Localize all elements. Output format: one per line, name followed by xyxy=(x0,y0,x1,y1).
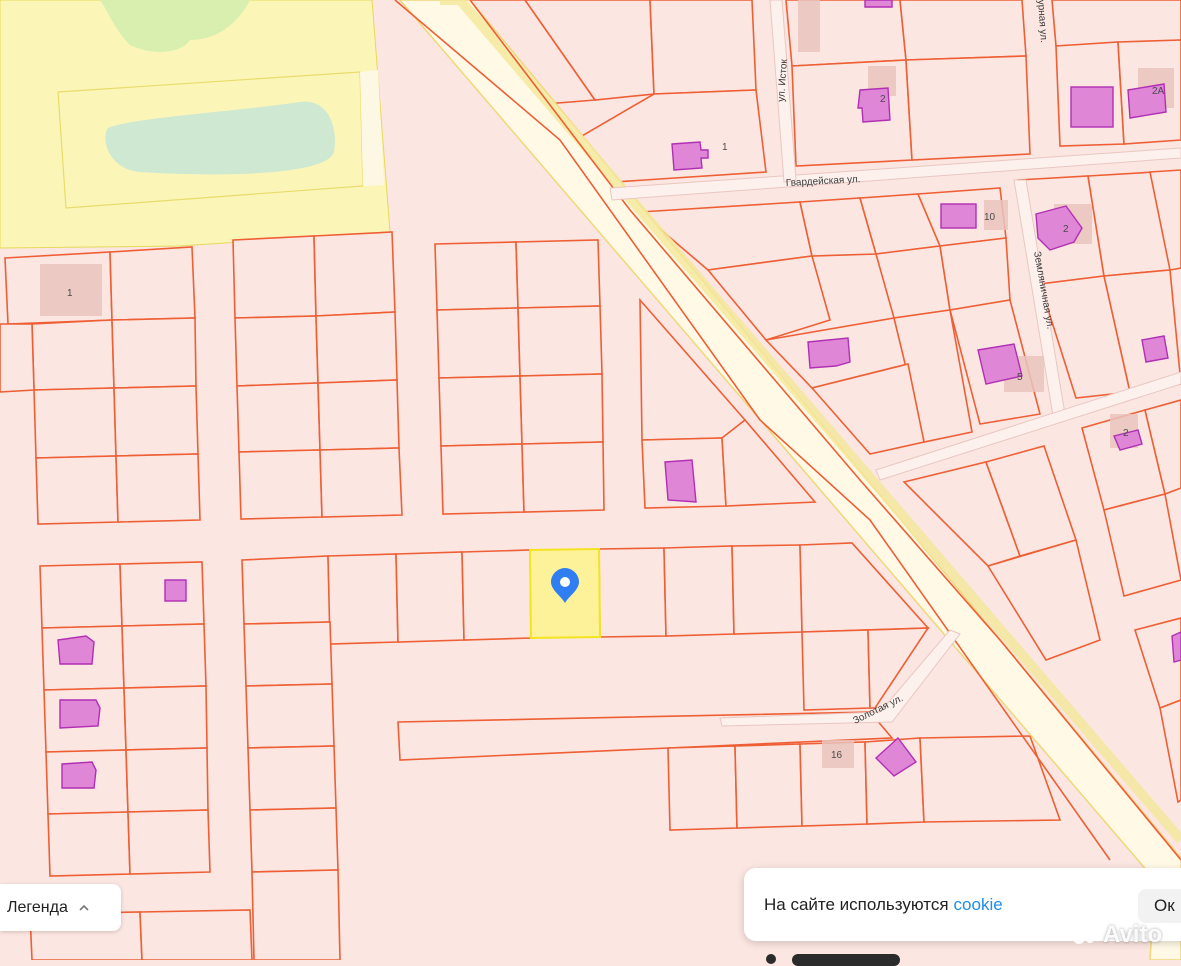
house-number: 2 xyxy=(1123,428,1129,439)
house-number: 1 xyxy=(67,288,73,299)
avito-logo-icon xyxy=(1073,925,1097,944)
house-number: 2 xyxy=(880,94,886,105)
dark-pill xyxy=(792,954,900,966)
cookie-text: На сайте используются xyxy=(764,894,949,914)
legend-label: Легенда xyxy=(7,898,68,916)
avito-watermark: Avito xyxy=(1072,920,1176,950)
watermark-text: Avito xyxy=(1103,921,1163,948)
street-label-partial: урная ул. xyxy=(1035,0,1049,43)
house-number: 2А xyxy=(1152,86,1165,97)
field-edge xyxy=(360,70,384,186)
house-number: 10 xyxy=(984,212,996,223)
cookie-link[interactable]: cookie xyxy=(954,895,1003,915)
cadastral-map[interactable]: 1 1 2А 10 2 5 2 16 2 ул. Исток Гвардейск… xyxy=(0,0,1181,960)
dark-dot xyxy=(766,954,776,964)
lots-center-left-block xyxy=(232,231,403,520)
house-number: 2 xyxy=(1063,224,1069,235)
chevron-up-icon xyxy=(79,904,89,911)
house-number: 5 xyxy=(1017,372,1023,383)
house-number: 16 xyxy=(831,750,843,761)
legend-button[interactable]: Легенда xyxy=(0,884,121,931)
cookie-ok-button[interactable]: Ок xyxy=(1138,889,1181,923)
house-number: 1 xyxy=(722,142,728,153)
